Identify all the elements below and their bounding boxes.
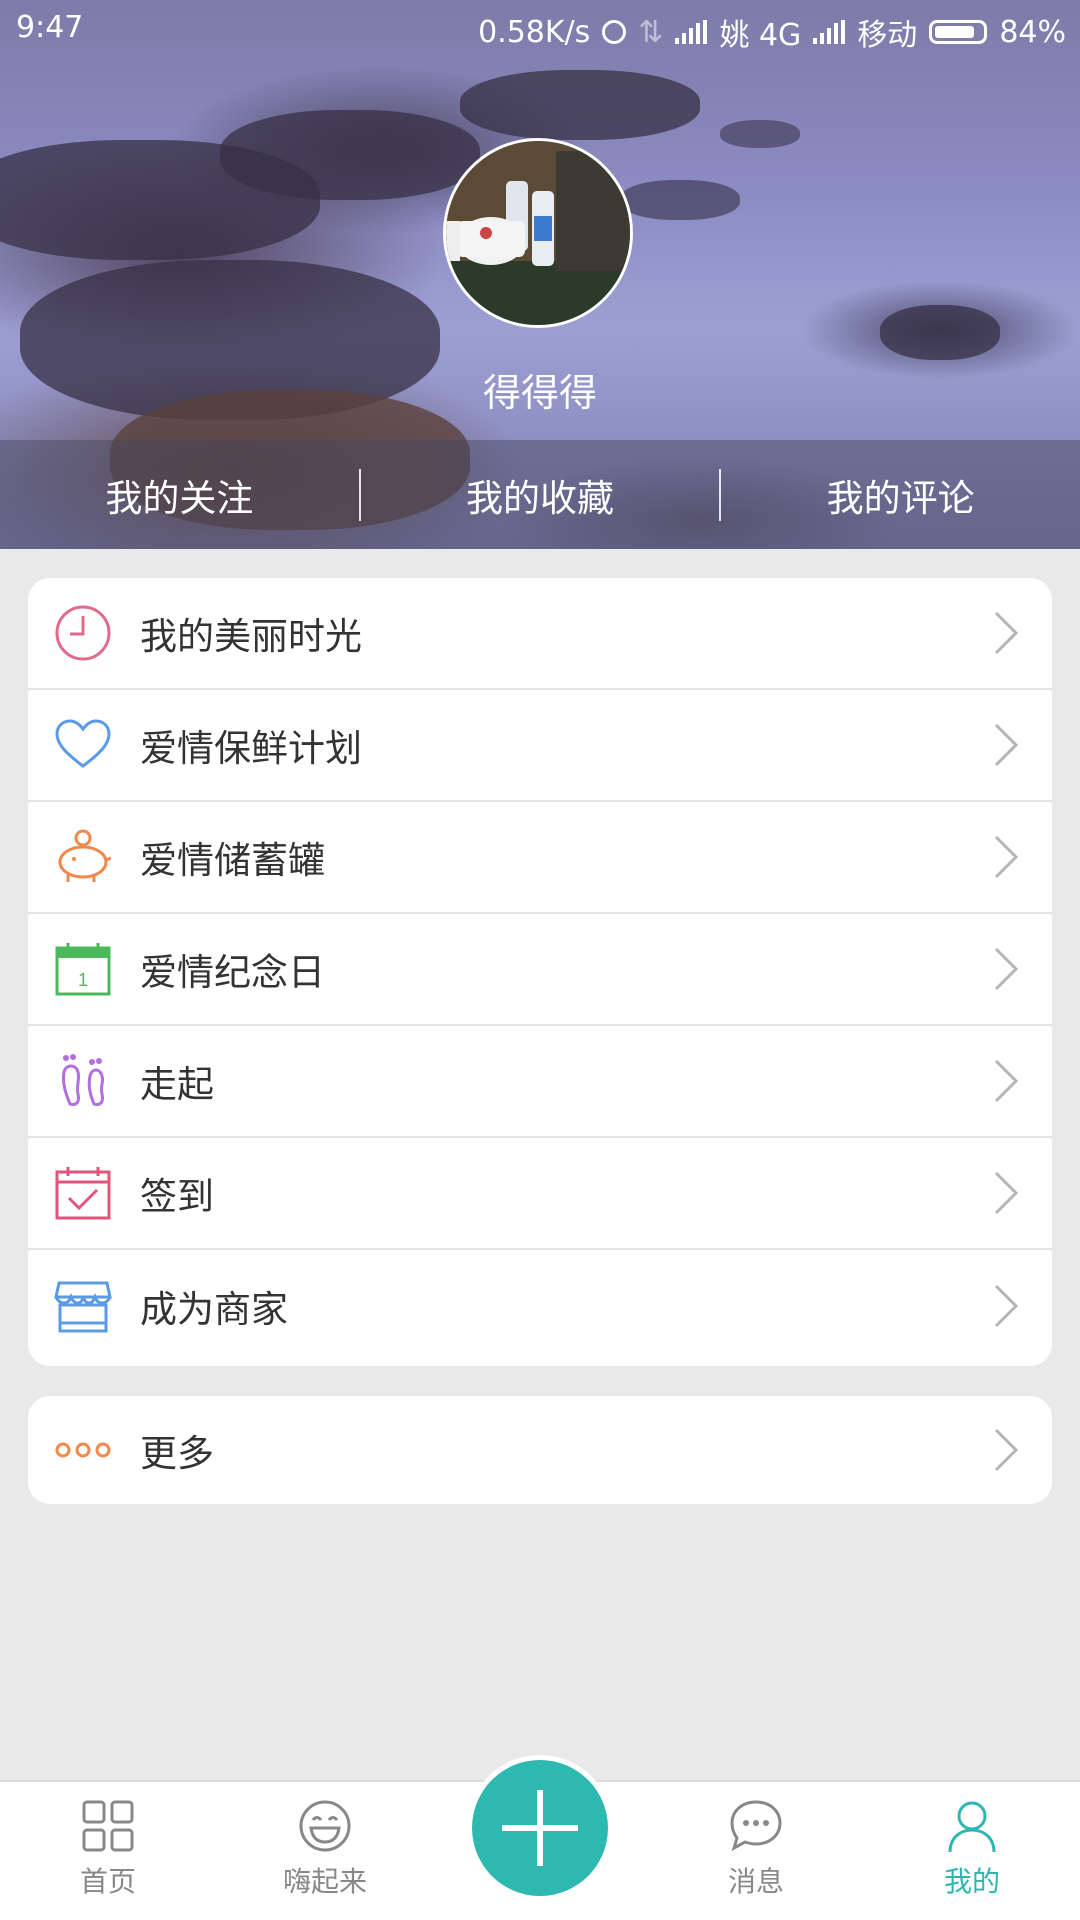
background-rock [720,120,800,148]
battery-level [935,26,975,38]
menu-item-become-merchant[interactable]: 成为商家 [28,1250,1052,1362]
battery-icon [929,20,988,44]
checkin-calendar-icon [54,1164,112,1222]
heart-icon [54,716,112,774]
nav-label: 首页 [79,1865,136,1898]
background-rock [620,180,740,220]
person-icon [948,1801,996,1853]
background-rock [220,110,480,200]
calendar-day-number: 1 [78,970,88,990]
smile-icon [299,1800,351,1852]
nav-mine[interactable]: 我的 [902,1782,1042,1900]
menu-item-label: 走起 [140,1063,214,1106]
battery-percent: 84% [999,14,1066,50]
chevron-right-icon [994,835,1019,879]
more-dots-icon [54,1421,112,1479]
avatar[interactable] [443,138,633,328]
calendar-icon: 1 [54,940,112,998]
menu-item-label: 签到 [140,1175,214,1218]
chevron-right-icon [994,723,1019,767]
chevron-right-icon [994,1284,1019,1328]
carrier-secondary: 移动 [857,18,918,53]
grid-icon [82,1800,134,1852]
alarm-icon [602,20,627,44]
plus-icon [502,1790,578,1866]
menu-item-label: 我的美丽时光 [140,615,362,658]
status-time: 9:47 [16,10,84,45]
menu-item-label: 更多 [140,1432,214,1475]
signal-icon [675,20,708,44]
nav-hi[interactable]: 嗨起来 [255,1782,395,1900]
profile-header: 9:47 0.58K/s ⇅ 姚 4G 移动 84% 得得得 我的关注 我的收藏… [0,0,1080,549]
footprints-icon [54,1052,112,1110]
piggy-bank-icon [54,828,112,886]
clock-icon [54,604,112,662]
nav-label: 消息 [727,1865,784,1898]
chevron-right-icon [994,1059,1019,1103]
tab-following[interactable]: 我的关注 [0,468,359,522]
status-indicators: 0.58K/s ⇅ 姚 4G 移动 84% [478,10,1066,54]
more-card: 更多 [28,1396,1052,1504]
nav-label: 我的 [943,1865,1000,1898]
tab-favorites[interactable]: 我的收藏 [361,468,720,522]
nav-label: 嗨起来 [282,1865,367,1898]
add-button-circle [472,1760,608,1896]
chat-icon [730,1800,782,1852]
menu-item-beautiful-time[interactable]: 我的美丽时光 [28,578,1052,690]
background-rock [460,70,700,140]
chevron-right-icon [994,1428,1019,1472]
menu-item-piggy-bank[interactable]: 爱情储蓄罐 [28,802,1052,914]
menu-item-label: 爱情纪念日 [140,951,325,994]
avatar-photo [446,141,630,325]
carrier-primary: 姚 4G [719,18,802,53]
menu-item-go[interactable]: 走起 [28,1026,1052,1138]
menu-item-label: 爱情储蓄罐 [140,839,325,882]
network-speed: 0.58K/s [478,14,591,50]
menu-item-anniversary[interactable]: 1 爱情纪念日 [28,914,1052,1026]
nav-home[interactable]: 首页 [38,1782,178,1900]
chevron-right-icon [994,611,1019,655]
tab-comments[interactable]: 我的评论 [721,468,1080,522]
nav-messages[interactable]: 消息 [686,1782,826,1900]
store-icon [54,1277,112,1335]
header-tabs: 我的关注 我的收藏 我的评论 [0,440,1080,549]
background-rock [880,305,1000,360]
status-bar: 9:47 0.58K/s ⇅ 姚 4G 移动 84% [0,0,1080,56]
data-arrows-icon: ⇅ [638,14,664,50]
menu-item-love-plan[interactable]: 爱情保鲜计划 [28,690,1052,802]
chevron-right-icon [994,1171,1019,1215]
menu-item-label: 成为商家 [140,1288,288,1331]
menu-card: 我的美丽时光 爱情保鲜计划 爱情储蓄罐 1 爱情纪念日 走起 签到 成为商家 [28,578,1052,1366]
chevron-right-icon [994,947,1019,991]
signal-icon [813,20,846,44]
add-button[interactable] [467,1755,613,1901]
menu-item-more[interactable]: 更多 [28,1396,1052,1504]
nickname: 得得得 [482,371,597,415]
menu-item-label: 爱情保鲜计划 [140,727,362,770]
menu-item-checkin[interactable]: 签到 [28,1138,1052,1250]
